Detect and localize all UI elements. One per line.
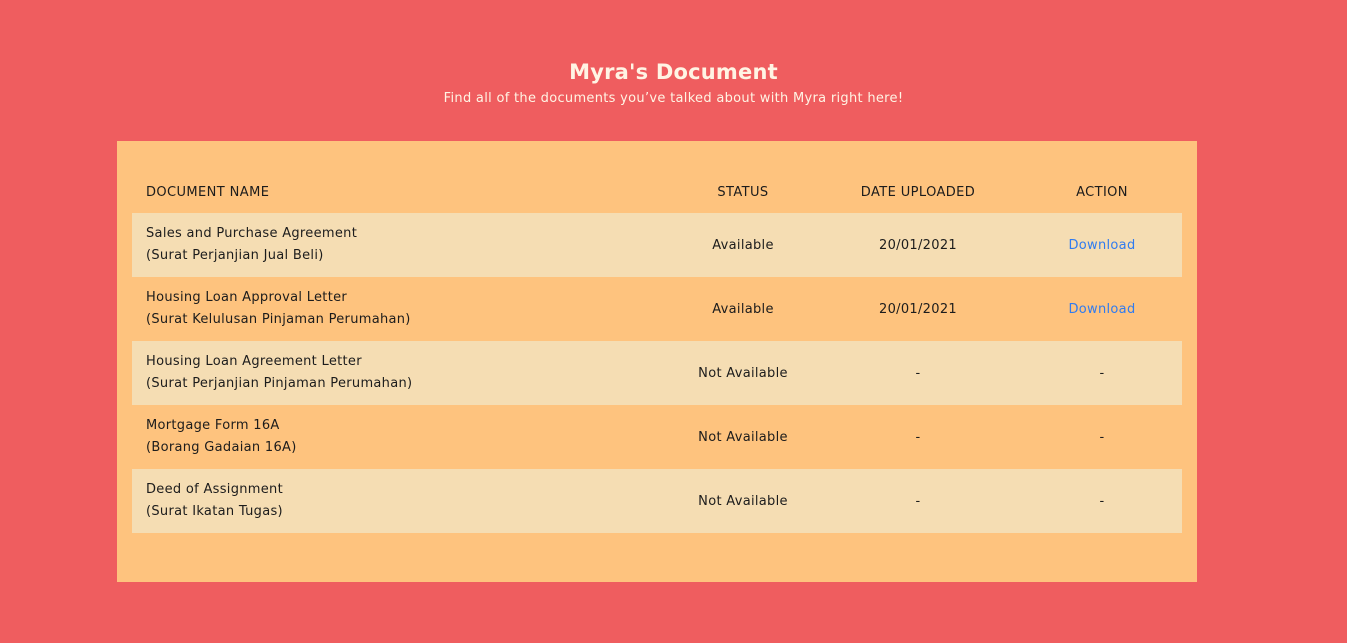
document-name-cell: Housing Loan Agreement Letter (Surat Per… bbox=[132, 341, 672, 405]
document-date-uploaded: 20/01/2021 bbox=[814, 277, 1022, 341]
document-action-cell: Download bbox=[1022, 277, 1182, 341]
document-name: Sales and Purchase Agreement bbox=[146, 226, 358, 241]
document-action: - bbox=[1022, 341, 1182, 405]
document-action: - bbox=[1022, 469, 1182, 533]
document-alt-name: (Surat Perjanjian Jual Beli) bbox=[146, 248, 324, 263]
page-subtitle: Find all of the documents you’ve talked … bbox=[443, 91, 904, 106]
table-row: Deed of Assignment (Surat Ikatan Tugas) … bbox=[132, 469, 1182, 533]
document-date-uploaded: - bbox=[814, 341, 1022, 405]
document-status: Not Available bbox=[672, 341, 814, 405]
documents-panel: DOCUMENT NAME STATUS DATE UPLOADED ACTIO… bbox=[117, 141, 1197, 582]
page-header: Myra's Document Find all of the document… bbox=[0, 57, 1347, 108]
document-alt-name: (Surat Kelulusan Pinjaman Perumahan) bbox=[146, 312, 411, 327]
table-header-row: DOCUMENT NAME STATUS DATE UPLOADED ACTIO… bbox=[132, 171, 1182, 213]
column-header-action: ACTION bbox=[1076, 184, 1128, 200]
column-header-date-uploaded: DATE UPLOADED bbox=[860, 184, 976, 200]
document-status: Available bbox=[672, 213, 814, 277]
document-name-cell: Deed of Assignment (Surat Ikatan Tugas) bbox=[132, 469, 672, 533]
table-row: Housing Loan Agreement Letter (Surat Per… bbox=[132, 341, 1182, 405]
document-date-uploaded: - bbox=[814, 405, 1022, 469]
document-action-cell: Download bbox=[1022, 213, 1182, 277]
document-date-uploaded: 20/01/2021 bbox=[814, 213, 1022, 277]
document-name: Mortgage Form 16A bbox=[146, 418, 280, 433]
document-alt-name: (Borang Gadaian 16A) bbox=[146, 440, 297, 455]
download-link[interactable]: Download bbox=[1068, 302, 1135, 317]
page-title: Myra's Document bbox=[569, 60, 778, 84]
column-header-document-name: DOCUMENT NAME bbox=[146, 184, 270, 200]
document-date-uploaded: - bbox=[814, 469, 1022, 533]
document-status: Not Available bbox=[672, 405, 814, 469]
table-row: Housing Loan Approval Letter (Surat Kelu… bbox=[132, 277, 1182, 341]
document-name-cell: Mortgage Form 16A (Borang Gadaian 16A) bbox=[132, 405, 672, 469]
document-action: - bbox=[1022, 405, 1182, 469]
document-name-cell: Housing Loan Approval Letter (Surat Kelu… bbox=[132, 277, 672, 341]
documents-table: DOCUMENT NAME STATUS DATE UPLOADED ACTIO… bbox=[132, 171, 1182, 533]
document-name: Housing Loan Approval Letter bbox=[146, 290, 348, 305]
table-row: Mortgage Form 16A (Borang Gadaian 16A) N… bbox=[132, 405, 1182, 469]
document-name: Housing Loan Agreement Letter bbox=[146, 354, 362, 369]
document-alt-name: (Surat Perjanjian Pinjaman Perumahan) bbox=[146, 376, 413, 391]
download-link[interactable]: Download bbox=[1068, 238, 1135, 253]
document-name-cell: Sales and Purchase Agreement (Surat Perj… bbox=[132, 213, 672, 277]
document-status: Not Available bbox=[672, 469, 814, 533]
table-row: Sales and Purchase Agreement (Surat Perj… bbox=[132, 213, 1182, 277]
document-name: Deed of Assignment bbox=[146, 482, 283, 497]
column-header-status: STATUS bbox=[717, 184, 769, 200]
document-alt-name: (Surat Ikatan Tugas) bbox=[146, 504, 283, 519]
document-status: Available bbox=[672, 277, 814, 341]
